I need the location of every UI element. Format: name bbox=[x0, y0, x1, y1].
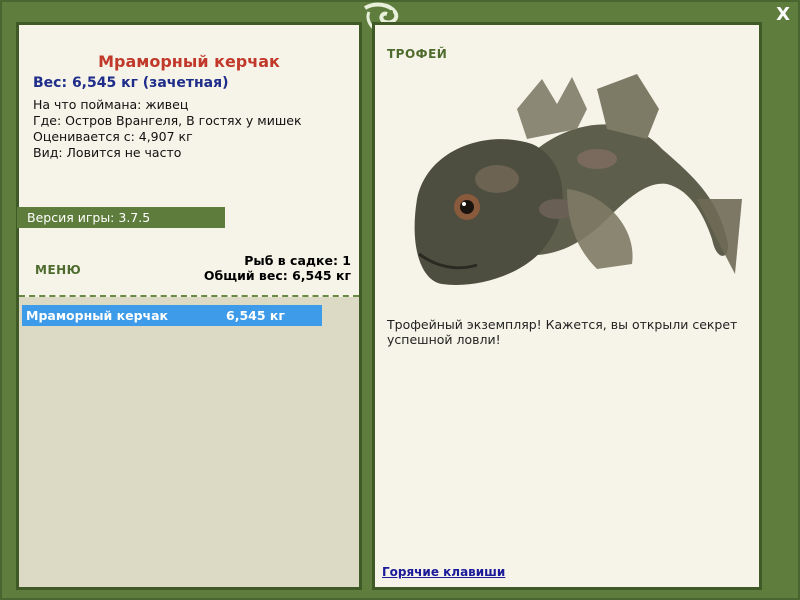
menu-button[interactable]: МЕНЮ bbox=[35, 263, 81, 277]
bait-info: На что поймана: живец bbox=[33, 97, 189, 112]
catch-info-panel: Мраморный керчак Вес: 6,545 кг (зачетная… bbox=[16, 22, 362, 590]
close-icon: X bbox=[776, 4, 790, 25]
location-info: Где: Остров Врангеля, В гостях у мишек bbox=[33, 113, 302, 128]
rating-info: Оценивается с: 4,907 кг bbox=[33, 129, 193, 144]
version-bar: Версия игры: 3.7.5 bbox=[17, 207, 225, 228]
list-item-weight: 6,545 кг bbox=[226, 308, 285, 323]
hotkeys-link[interactable]: Горячие клавиши bbox=[382, 565, 505, 579]
trophy-description: Трофейный экземпляр! Кажется, вы открыли… bbox=[387, 317, 738, 347]
version-label: Версия игры: 3.7.5 bbox=[27, 210, 151, 225]
keepnet-count: Рыб в садке: 1 bbox=[244, 253, 351, 268]
fish-weight: Вес: 6,545 кг (зачетная) bbox=[33, 75, 229, 91]
trophy-panel: ТРОФЕЙ Трофейный экземпляр! Кажется, вы … bbox=[372, 22, 762, 590]
sculpin-fish-image bbox=[414, 74, 742, 285]
close-button[interactable]: X bbox=[776, 4, 790, 25]
list-item-name: Мраморный керчак bbox=[26, 308, 169, 323]
fish-name-title: Мраморный керчак bbox=[98, 52, 280, 71]
keepnet-list: Мраморный керчак 6,545 кг bbox=[19, 297, 359, 587]
keepnet-total-weight: Общий вес: 6,545 кг bbox=[203, 268, 351, 283]
rarity-info: Вид: Ловится не часто bbox=[33, 145, 182, 160]
list-item[interactable]: Мраморный керчак 6,545 кг bbox=[22, 305, 322, 326]
